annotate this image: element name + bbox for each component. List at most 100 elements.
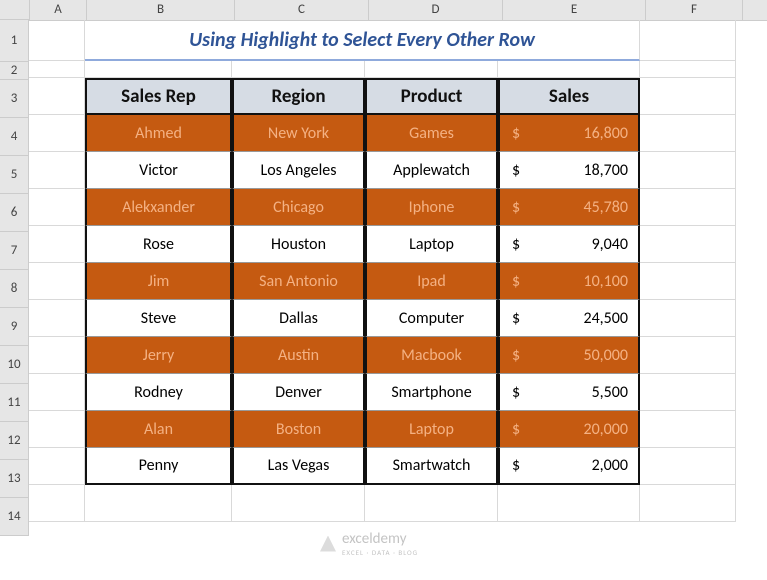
cell-F9[interactable] [640,300,736,337]
col-header-B[interactable]: B [87,0,235,20]
cell-product[interactable]: Smartwatch [365,448,498,485]
cell-A9[interactable] [29,300,85,337]
cell-sales-rep[interactable]: Jerry [85,337,232,374]
cell-A4[interactable] [29,115,85,152]
row-header-14[interactable]: 14 [0,498,29,536]
cell-F4[interactable] [640,115,736,152]
cell-product[interactable]: Laptop [365,226,498,263]
row-header-5[interactable]: 5 [0,156,29,194]
cell-A12[interactable] [29,411,85,448]
cell-sales-rep[interactable]: Rodney [85,374,232,411]
cell-region[interactable]: New York [232,115,365,152]
header-region[interactable]: Region [232,78,365,115]
cell-A14[interactable] [29,485,85,522]
cell-F10[interactable] [640,337,736,374]
page-title[interactable]: Using Highlight to Select Every Other Ro… [85,20,640,61]
cell-sales-rep[interactable]: Alekxander [85,189,232,226]
cell-A8[interactable] [29,263,85,300]
cell-A6[interactable] [29,189,85,226]
cell-E2[interactable] [498,61,640,78]
cell-sales-rep[interactable]: Rose [85,226,232,263]
cell-F6[interactable] [640,189,736,226]
cell-product[interactable]: Games [365,115,498,152]
row-header-4[interactable]: 4 [0,118,29,156]
cell-product[interactable]: Ipad [365,263,498,300]
cell-sales-rep[interactable]: Ahmed [85,115,232,152]
cell-C14[interactable] [232,485,365,522]
row-header-13[interactable]: 13 [0,460,29,498]
cell-F3[interactable] [640,78,736,115]
cell-product[interactable]: Computer [365,300,498,337]
row-header-12[interactable]: 12 [0,422,29,460]
header-product[interactable]: Product [365,78,498,115]
cell-region[interactable]: Dallas [232,300,365,337]
cell-F7[interactable] [640,226,736,263]
row-header-11[interactable]: 11 [0,384,29,422]
cell-region[interactable]: Houston [232,226,365,263]
cell-D14[interactable] [365,485,498,522]
cell-A7[interactable] [29,226,85,263]
cell-sales[interactable]: $18,700 [498,152,640,189]
header-sales-rep[interactable]: Sales Rep [85,78,232,115]
cell-A2[interactable] [29,61,85,78]
cell-sales-rep[interactable]: Jim [85,263,232,300]
row-header-2[interactable]: 2 [0,62,29,80]
cell-product[interactable]: Applewatch [365,152,498,189]
cell-F8[interactable] [640,263,736,300]
cell-F14[interactable] [640,485,736,522]
row-header-7[interactable]: 7 [0,232,29,270]
cell-sales-rep[interactable]: Steve [85,300,232,337]
cell-F1[interactable] [640,20,736,61]
col-header-E[interactable]: E [503,0,646,20]
cell-region[interactable]: Chicago [232,189,365,226]
col-header-A[interactable]: A [30,0,87,20]
row-header-3[interactable]: 3 [0,80,29,118]
cell-B14[interactable] [85,485,232,522]
col-header-F[interactable]: F [646,0,743,20]
cell-F11[interactable] [640,374,736,411]
row-header-8[interactable]: 8 [0,270,29,308]
cell-sales-rep[interactable]: Victor [85,152,232,189]
cell-D2[interactable] [365,61,498,78]
cell-B2[interactable] [85,61,232,78]
cell-A3[interactable] [29,78,85,115]
cell-region[interactable]: Los Angeles [232,152,365,189]
cell-sales[interactable]: $16,800 [498,115,640,152]
cell-region[interactable]: San Antonio [232,263,365,300]
cell-A5[interactable] [29,152,85,189]
cell-product[interactable]: Iphone [365,189,498,226]
cell-region[interactable]: Boston [232,411,365,448]
col-header-C[interactable]: C [235,0,369,20]
cell-F5[interactable] [640,152,736,189]
row-header-1[interactable]: 1 [0,20,29,62]
cell-sales[interactable]: $50,000 [498,337,640,374]
cell-A1[interactable] [29,20,85,61]
cell-product[interactable]: Laptop [365,411,498,448]
cell-sales[interactable]: $2,000 [498,448,640,485]
cell-sales[interactable]: $20,000 [498,411,640,448]
cell-A10[interactable] [29,337,85,374]
cell-sales[interactable]: $9,040 [498,226,640,263]
header-sales[interactable]: Sales [498,78,640,115]
cell-F13[interactable] [640,448,736,485]
cell-F12[interactable] [640,411,736,448]
cell-C2[interactable] [232,61,365,78]
col-header-D[interactable]: D [369,0,503,20]
cell-sales-rep[interactable]: Penny [85,448,232,485]
cell-sales[interactable]: $24,500 [498,300,640,337]
cell-A13[interactable] [29,448,85,485]
cell-product[interactable]: Smartphone [365,374,498,411]
cell-sales[interactable]: $10,100 [498,263,640,300]
cell-E14[interactable] [498,485,640,522]
row-header-10[interactable]: 10 [0,346,29,384]
select-all-corner[interactable] [0,0,30,20]
row-header-6[interactable]: 6 [0,194,29,232]
cell-product[interactable]: Macbook [365,337,498,374]
cell-sales[interactable]: $45,780 [498,189,640,226]
cell-A11[interactable] [29,374,85,411]
cell-region[interactable]: Denver [232,374,365,411]
cell-F2[interactable] [640,61,736,78]
cell-sales-rep[interactable]: Alan [85,411,232,448]
row-header-9[interactable]: 9 [0,308,29,346]
cell-region[interactable]: Austin [232,337,365,374]
